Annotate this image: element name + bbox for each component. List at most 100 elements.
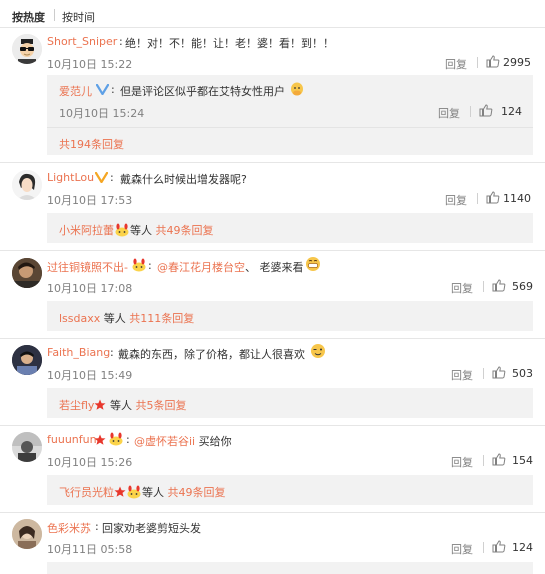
like-thumb-icon[interactable]	[486, 55, 500, 68]
like-count: 569	[512, 280, 533, 293]
comment-username[interactable]: Faith_Biang	[47, 346, 110, 359]
divider	[0, 27, 545, 28]
avatar-photo-icon	[12, 519, 42, 549]
comment-text: @虚怀若谷ii 买给你	[134, 433, 232, 449]
view-more-replies-link[interactable]: 共49条回复	[156, 224, 214, 237]
sort-divider	[54, 9, 55, 21]
avatar[interactable]	[12, 345, 42, 375]
like-thumb-icon[interactable]	[492, 279, 506, 292]
reply-button[interactable]: 回复	[451, 367, 473, 383]
sort-by-time-tab[interactable]: 按时间	[62, 9, 95, 25]
reply-user-name[interactable]: 若尘fly	[59, 399, 94, 412]
blush-emoji-icon	[291, 82, 303, 96]
reply-summary-plain: 等人	[103, 312, 126, 325]
action-divider	[483, 281, 484, 292]
divider	[0, 162, 545, 163]
comment-text: 回家劝老婆剪短头发	[102, 522, 201, 535]
like-count: 503	[512, 367, 533, 380]
divider	[47, 127, 533, 128]
comment-username[interactable]: fuuunfun	[47, 433, 97, 446]
reply-button[interactable]: 回复	[451, 454, 473, 470]
view-more-replies-link[interactable]: 共111条回复	[129, 312, 194, 325]
avatar-photo-icon	[12, 432, 42, 462]
star-badge-icon	[94, 434, 106, 445]
reply-date: 10月10日 15:24	[59, 107, 145, 120]
comment-separator-colon: :	[110, 346, 114, 359]
like-count: 1140	[503, 192, 531, 205]
reply-summary[interactable]: 飞行员光粒 等人 共49条回复	[59, 484, 226, 500]
rabbit-emoji-icon	[115, 223, 129, 237]
reply-summary-box: lssdaxx 等人 共111条回复	[47, 301, 533, 331]
reply-username[interactable]: 爱范儿	[59, 83, 92, 99]
comment-separator-colon: :	[148, 259, 152, 272]
like-count: 124	[501, 105, 522, 118]
view-more-replies-link[interactable]: 共49条回复	[168, 486, 226, 499]
wink-emoji-icon	[311, 344, 325, 358]
mention-link[interactable]: @虚怀若谷ii	[134, 435, 195, 448]
reply-summary[interactable]: lssdaxx 等人 共111条回复	[59, 310, 194, 326]
mention-link[interactable]: @春江花月楼台空	[157, 261, 245, 274]
reply-button[interactable]: 回复	[438, 105, 460, 121]
grin-emoji-icon	[306, 257, 320, 271]
action-divider	[470, 106, 471, 117]
reply-button[interactable]: 回复	[445, 192, 467, 208]
divider	[0, 512, 545, 513]
reply-user-name[interactable]: lssdaxx	[59, 312, 100, 325]
avatar-photo-icon	[12, 345, 42, 375]
like-thumb-icon[interactable]	[492, 540, 506, 553]
action-divider	[483, 368, 484, 379]
comment-date: 10月10日 17:53	[47, 194, 133, 207]
like-count: 2995	[503, 56, 531, 69]
comment-username[interactable]: 过往铜镜照不出-	[47, 259, 128, 275]
comment-separator-colon: :	[95, 520, 99, 533]
like-thumb-icon[interactable]	[486, 191, 500, 204]
divider	[0, 250, 545, 251]
verified-badge-icon	[96, 84, 109, 95]
star-badge-icon	[94, 399, 106, 410]
avatar[interactable]	[12, 258, 42, 288]
comment-username[interactable]: LightLou	[47, 171, 94, 184]
comment-text-body: 、 老婆来看	[245, 261, 304, 274]
reply-text: 但是评论区似乎都在艾特女性用户	[120, 85, 285, 98]
like-thumb-icon[interactable]	[492, 366, 506, 379]
avatar-person-icon	[12, 170, 42, 200]
like-count: 124	[512, 541, 533, 554]
view-more-replies-link[interactable]: 共5条回复	[135, 399, 186, 412]
sort-by-hot-tab[interactable]: 按热度	[12, 9, 45, 25]
reply-user-name[interactable]: 飞行员光粒	[59, 486, 114, 499]
sort-bar: 按热度 按时间	[0, 0, 545, 28]
reply-button[interactable]: 回复	[451, 541, 473, 557]
reply-summary[interactable]: 小米阿拉蕾 等人 共49条回复	[59, 222, 214, 238]
action-divider	[477, 193, 478, 204]
avatar[interactable]	[12, 519, 42, 549]
divider	[0, 425, 545, 426]
comment-text: @春江花月楼台空、 老婆来看	[157, 259, 304, 275]
avatar[interactable]	[12, 34, 42, 64]
reply-summary-plain: 等人	[109, 399, 132, 412]
action-divider	[483, 542, 484, 553]
comment-separator-colon: :	[126, 433, 130, 446]
reply-summary-box: 若尘fly 等人 共5条回复	[47, 388, 533, 418]
avatar-glasses-icon	[12, 34, 42, 64]
comment-text: 戴森的东西，除了价格，都让人很喜欢	[118, 348, 305, 361]
reply-summary-box-partial	[47, 562, 533, 574]
rabbit-emoji-icon	[132, 258, 146, 272]
avatar[interactable]	[12, 170, 42, 200]
like-thumb-icon[interactable]	[479, 104, 493, 117]
like-count: 154	[512, 454, 533, 467]
comment-username[interactable]: Short_Sniper	[47, 35, 117, 48]
rabbit-emoji-icon	[127, 485, 141, 499]
comment-username[interactable]: 色彩米苏	[47, 520, 91, 536]
star-badge-icon	[114, 486, 126, 497]
avatar[interactable]	[12, 432, 42, 462]
comment-text-body: 买给你	[198, 435, 232, 448]
reply-user-name[interactable]: 小米阿拉蕾	[59, 224, 114, 237]
reply-summary[interactable]: 若尘fly 等人 共5条回复	[59, 397, 186, 413]
view-more-replies-link[interactable]: 共194条回复	[59, 136, 124, 152]
comment-date: 10月10日 15:26	[47, 456, 133, 469]
reply-button[interactable]: 回复	[451, 280, 473, 296]
reply-button[interactable]: 回复	[445, 56, 467, 72]
comment-text: 绝！对！不！能！让！老！婆！看！到！！	[125, 37, 334, 50]
like-thumb-icon[interactable]	[492, 453, 506, 466]
avatar-photo-icon	[12, 258, 42, 288]
